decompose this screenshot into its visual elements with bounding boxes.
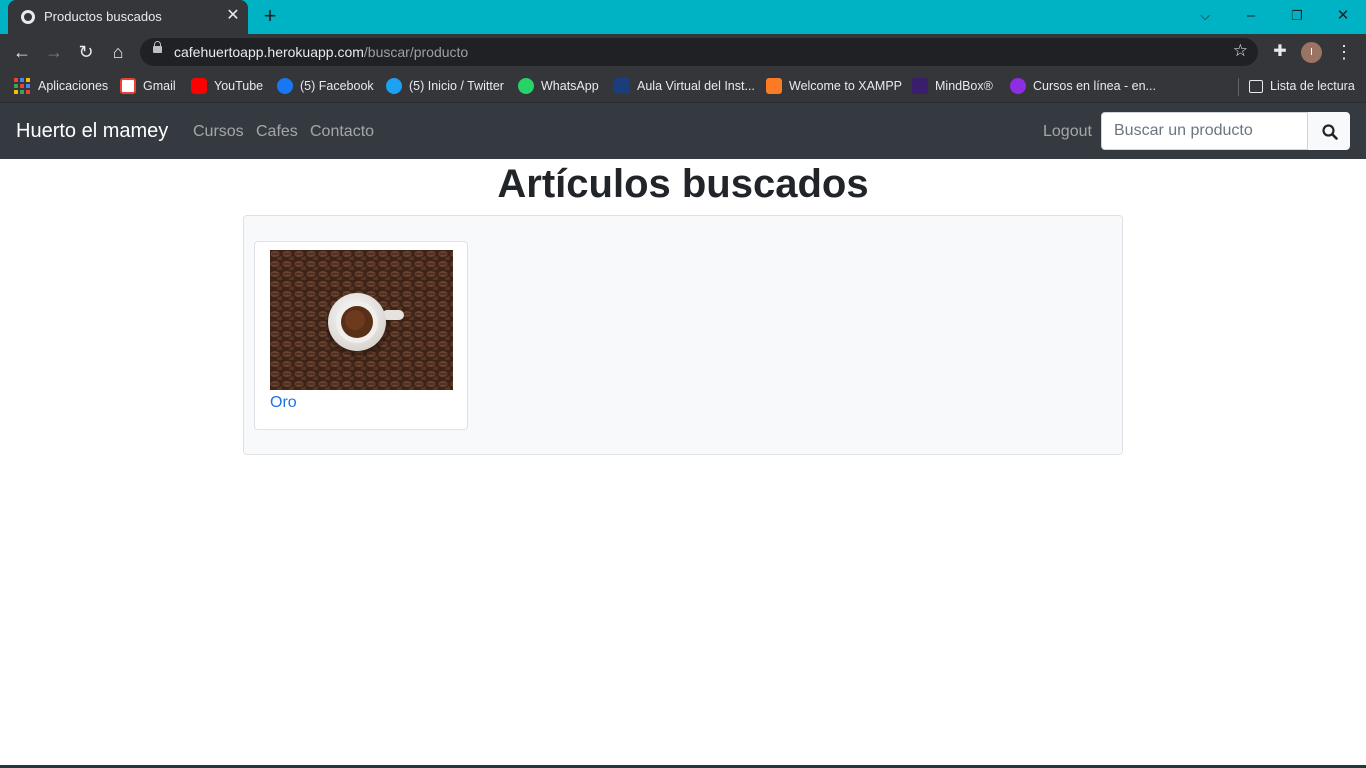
globe-icon: [21, 10, 35, 24]
bookmark-aplicaciones[interactable]: Aplicaciones: [14, 76, 108, 96]
forward-button[interactable]: →: [41, 39, 67, 65]
search-icon: [1322, 124, 1338, 140]
mindbox-icon: [912, 78, 928, 94]
profile-avatar[interactable]: I: [1301, 42, 1322, 63]
tab-close-icon[interactable]: ✕: [224, 7, 242, 25]
bookmark-label: Aplicaciones: [38, 79, 109, 93]
product-image[interactable]: [270, 250, 453, 390]
back-button[interactable]: ←: [9, 39, 35, 65]
bookmark-mindbox[interactable]: MindBox®: [912, 76, 993, 96]
reload-button[interactable]: ↻: [73, 39, 99, 65]
bookmark-label: Aula Virtual del Inst...: [637, 79, 755, 93]
new-tab-button[interactable]: +: [258, 5, 282, 29]
site-navbar: Huerto el mamey Cursos Cafes Contacto Lo…: [0, 103, 1366, 159]
browser-tab[interactable]: Productos buscados ✕: [8, 0, 248, 34]
search-button[interactable]: [1308, 112, 1350, 150]
cursos-icon: [1010, 78, 1026, 94]
apps-grid-icon: [14, 78, 30, 94]
bookmark-facebook[interactable]: (5) Facebook: [277, 76, 374, 96]
minimize-button[interactable]: –: [1237, 4, 1265, 28]
bookmark-label: Cursos en línea - en...: [1033, 79, 1156, 93]
bookmark-whatsapp[interactable]: WhatsApp: [518, 76, 599, 96]
reading-list-icon: [1249, 79, 1263, 93]
bookmarks-divider: [1238, 78, 1239, 96]
bookmark-twitter[interactable]: (5) Inicio / Twitter: [386, 76, 504, 96]
bookmark-label: (5) Inicio / Twitter: [409, 79, 504, 93]
bookmark-label: Gmail: [143, 79, 176, 93]
youtube-icon: [191, 78, 207, 94]
product-name-link[interactable]: Oro: [270, 394, 297, 412]
close-window-button[interactable]: ✕: [1329, 4, 1357, 28]
url-text[interactable]: cafehuertoapp.herokuapp.com/buscar/produ…: [174, 44, 468, 60]
whatsapp-icon: [518, 78, 534, 94]
bookmark-label: (5) Facebook: [300, 79, 374, 93]
tab-search-chevron-icon[interactable]: ⌵: [1191, 4, 1219, 28]
bookmark-aula-virtual[interactable]: Aula Virtual del Inst...: [614, 76, 755, 96]
lock-icon[interactable]: [153, 41, 162, 53]
address-bar[interactable]: cafehuertoapp.herokuapp.com/buscar/produ…: [140, 38, 1258, 66]
nav-link-cursos[interactable]: Cursos: [193, 123, 244, 141]
site-brand-link[interactable]: Huerto el mamey: [16, 120, 168, 143]
url-path: /buscar/producto: [363, 44, 469, 60]
tab-title: Productos buscados: [44, 9, 162, 24]
nav-link-contacto[interactable]: Contacto: [310, 123, 374, 141]
bookmark-cursos[interactable]: Cursos en línea - en...: [1010, 76, 1156, 96]
bookmark-label: WhatsApp: [541, 79, 599, 93]
restore-button[interactable]: ❐: [1283, 4, 1311, 28]
chrome-menu-icon[interactable]: ⋮: [1334, 39, 1354, 65]
gmail-icon: [120, 78, 136, 94]
extensions-puzzle-icon[interactable]: ✚: [1268, 39, 1292, 65]
bookmark-label: Welcome to XAMPP: [789, 79, 903, 93]
home-button[interactable]: ⌂: [105, 39, 131, 65]
logout-link[interactable]: Logout: [1043, 123, 1092, 141]
product-card: Oro: [254, 241, 468, 430]
reading-list-label: Lista de lectura: [1270, 79, 1355, 93]
xampp-icon: [766, 78, 782, 94]
bookmark-label: YouTube: [214, 79, 264, 93]
bookmark-gmail[interactable]: Gmail: [120, 76, 176, 96]
bookmarks-bar: Aplicaciones Gmail YouTube (5) Facebook …: [0, 70, 1366, 103]
search-input[interactable]: [1101, 112, 1308, 150]
bookmark-youtube[interactable]: YouTube: [191, 76, 263, 96]
page-title: Artículos buscados: [497, 162, 869, 206]
coffee-cup-image: [270, 250, 453, 390]
aula-virtual-icon: [614, 78, 630, 94]
reading-list-button[interactable]: Lista de lectura: [1249, 76, 1355, 96]
browser-tab-strip: Productos buscados ✕ + ⌵ – ❐ ✕: [0, 0, 1366, 34]
browser-toolbar: ← → ↻ ⌂ cafehuertoapp.herokuapp.com/busc…: [0, 34, 1366, 70]
nav-link-cafes[interactable]: Cafes: [256, 123, 298, 141]
bookmark-xampp[interactable]: Welcome to XAMPP: [766, 76, 902, 96]
results-panel: Oro: [243, 215, 1123, 455]
bookmark-label: MindBox®: [935, 79, 993, 93]
facebook-icon: [277, 78, 293, 94]
twitter-icon: [386, 78, 402, 94]
url-host: cafehuertoapp.herokuapp.com: [174, 44, 364, 60]
bookmark-star-icon[interactable]: ☆: [1233, 41, 1248, 61]
